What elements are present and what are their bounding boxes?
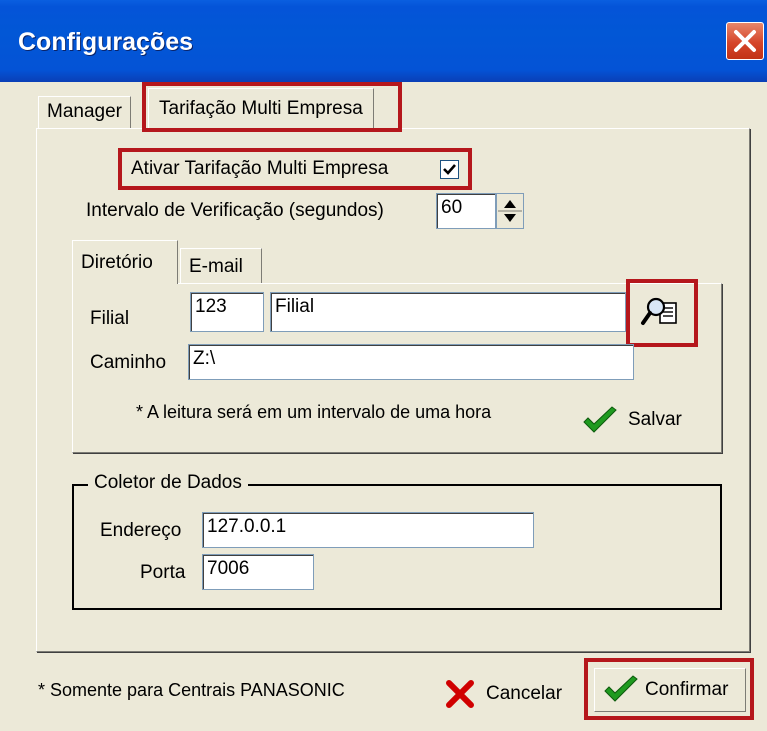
interval-spinner-buttons[interactable] — [496, 193, 524, 229]
tab-manager-label: Manager — [47, 101, 122, 122]
close-icon — [734, 30, 756, 52]
tab-email-label: E-mail — [189, 256, 243, 277]
save-button[interactable]: Salvar — [580, 400, 696, 440]
enable-multi-empresa-checkbox[interactable] — [440, 160, 459, 179]
interval-value: 60 — [441, 197, 463, 218]
interval-label: Intervalo de Verificação (segundos) — [86, 200, 384, 221]
filial-search-button[interactable] — [638, 293, 686, 333]
checkmark-icon — [583, 406, 617, 433]
filial-code-value: 123 — [195, 296, 227, 317]
search-document-icon — [641, 297, 677, 325]
caminho-label: Caminho — [90, 352, 167, 373]
spinner-arrows-icon — [498, 200, 522, 222]
tab-highlight — [142, 82, 402, 132]
cancel-x-icon — [446, 680, 474, 708]
endereco-input[interactable]: 127.0.0.1 — [202, 512, 534, 548]
caminho-input[interactable]: Z:\ — [188, 344, 634, 380]
checkmark-icon — [604, 675, 638, 702]
window-title: Configurações — [18, 28, 194, 56]
cancel-button[interactable]: Cancelar — [440, 674, 576, 714]
filial-label: Filial — [90, 308, 130, 329]
tab-diretorio[interactable]: Diretório — [72, 240, 178, 284]
close-button[interactable] — [726, 22, 764, 60]
filial-name-value: Filial — [275, 296, 315, 317]
coletor-group-label: Coletor de Dados — [88, 472, 248, 494]
tab-diretorio-label: Diretório — [81, 252, 153, 273]
porta-label: Porta — [140, 562, 186, 583]
endereco-label: Endereço — [100, 520, 182, 541]
interval-spinner-input[interactable]: 60 — [436, 193, 496, 229]
porta-input[interactable]: 7006 — [202, 554, 314, 590]
tab-email[interactable]: E-mail — [180, 248, 262, 283]
save-label: Salvar — [628, 409, 682, 430]
porta-value: 7006 — [207, 558, 250, 579]
filial-name-input[interactable]: Filial — [270, 292, 626, 332]
checkmark-icon — [443, 164, 456, 175]
tab-manager[interactable]: Manager — [38, 96, 131, 128]
cancel-label: Cancelar — [486, 683, 563, 704]
caminho-value: Z:\ — [193, 348, 216, 369]
confirm-button[interactable]: Confirmar — [594, 668, 746, 712]
reading-interval-note: * A leitura será em um intervalo de uma … — [136, 402, 492, 422]
confirm-label: Confirmar — [645, 679, 729, 700]
panasonic-note: * Somente para Centrais PANASONIC — [38, 680, 345, 700]
enable-multi-empresa-label: Ativar Tarifação Multi Empresa — [131, 158, 389, 179]
endereco-value: 127.0.0.1 — [207, 516, 287, 537]
filial-code-input[interactable]: 123 — [190, 292, 264, 332]
